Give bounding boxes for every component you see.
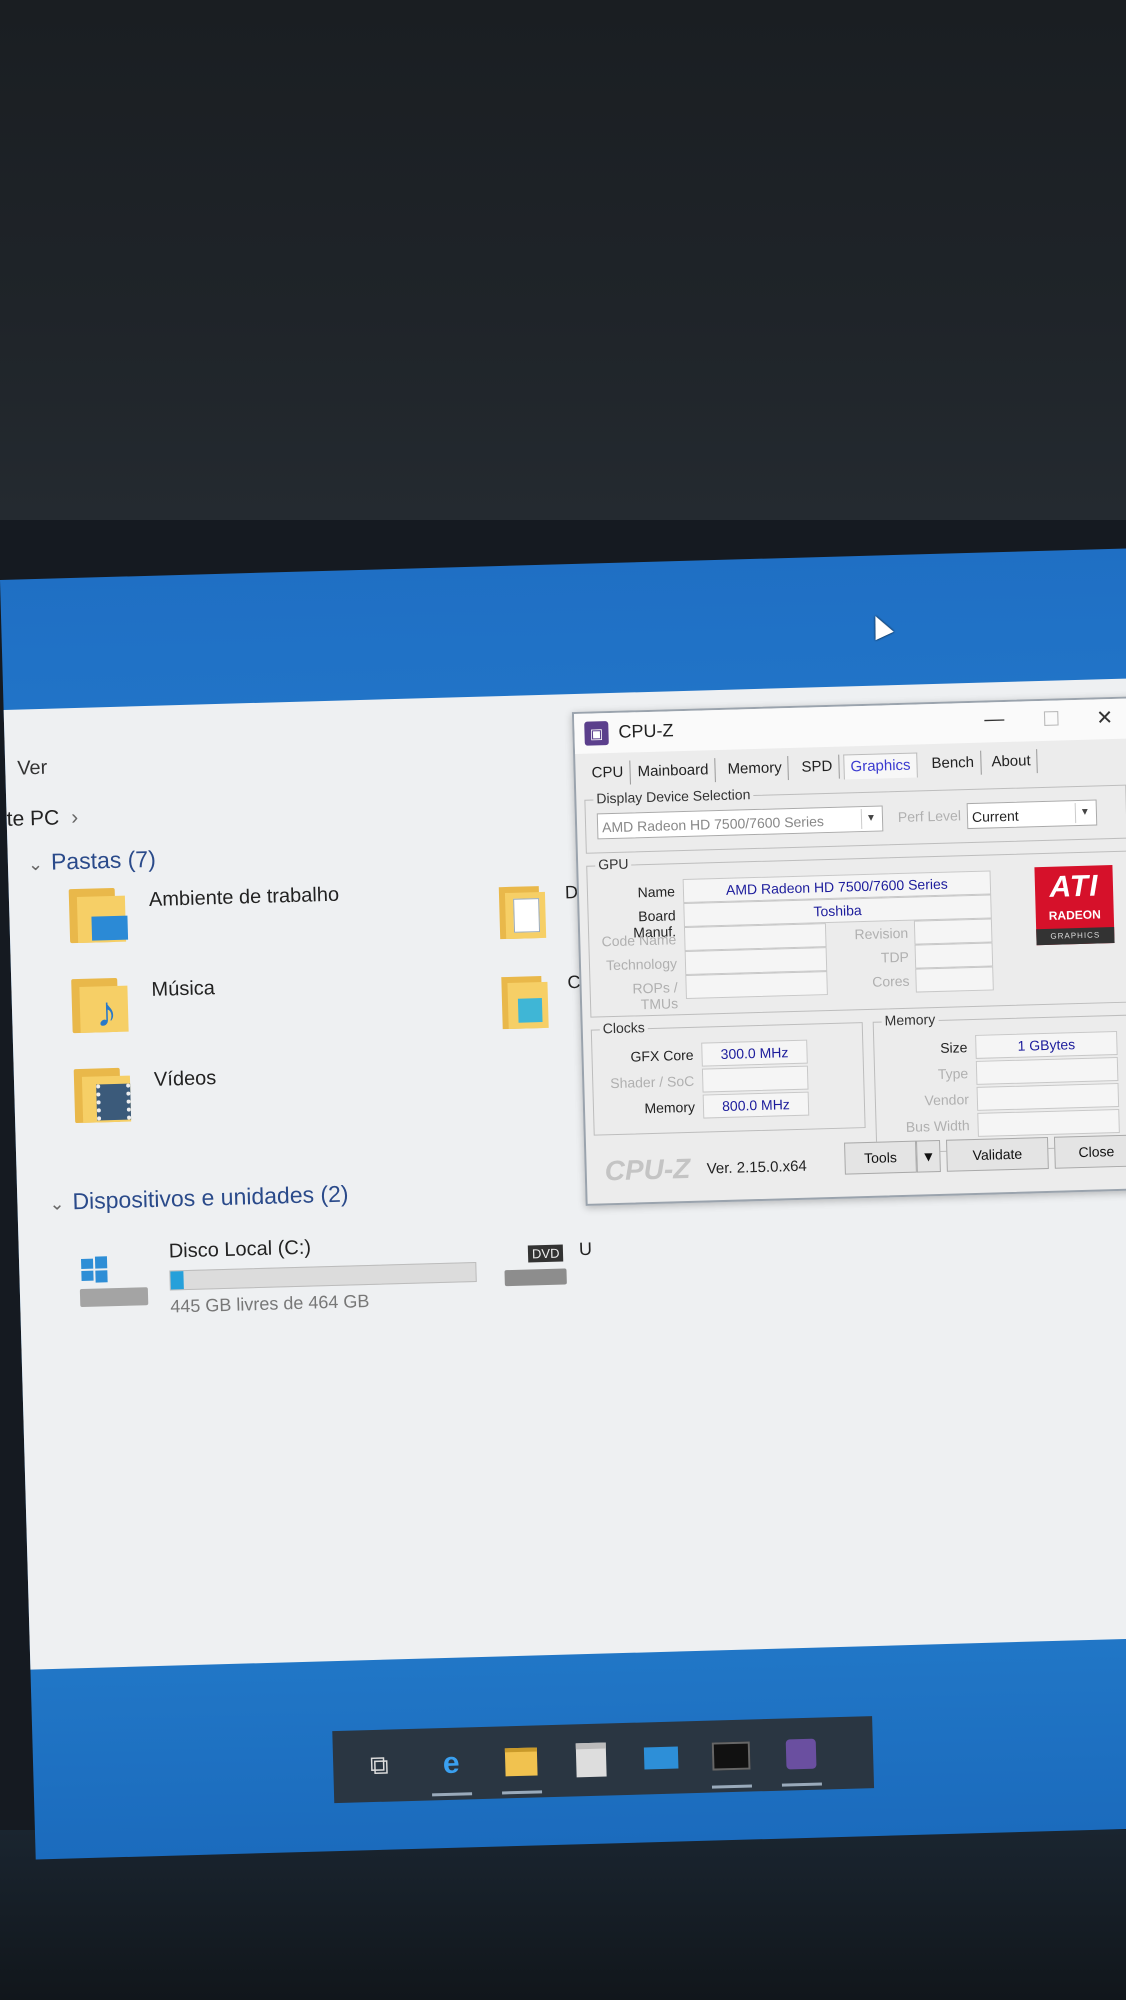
clock-memory-label: Memory [644, 1098, 696, 1117]
dvd-drive[interactable]: DVD [504, 1234, 576, 1296]
drive-label-truncated: U [578, 1238, 593, 1260]
chevron-down-icon[interactable]: ▼ [860, 808, 881, 830]
tab-mainboard[interactable]: Mainboard [631, 758, 716, 785]
close-icon[interactable]: ✕ [1096, 705, 1113, 730]
shader-soc-label: Shader / SoC [610, 1072, 695, 1092]
desktop-screen: Ver te PC › ⌄ Pastas (7) Ambiente de traba… [0, 548, 1126, 1860]
rops-tmus-label: ROPs / TMUs [632, 979, 679, 1013]
tools-button[interactable]: Tools [844, 1140, 917, 1175]
mem-type-value [975, 1056, 1119, 1085]
disk-free-space: 445 GB livres de 464 GB [170, 1290, 370, 1317]
mem-size-value: 1 GBytes [975, 1030, 1118, 1059]
memory-group-title: Memory [881, 1010, 939, 1029]
shader-soc-value [701, 1065, 809, 1093]
tab-about[interactable]: About [985, 749, 1038, 775]
folder-videos[interactable]: Vídeos [73, 1053, 436, 1143]
mem-vendor-label: Vendor [924, 1091, 970, 1109]
devices-group-header[interactable]: ⌄ Dispositivos e unidades (2) [49, 1181, 349, 1216]
rops-tmus-value [685, 971, 828, 1000]
file-explorer-window: Ver te PC › ⌄ Pastas (7) Ambiente de traba… [3, 678, 1126, 1670]
cpuz-tabs: CPU Mainboard Memory SPD Graphics Bench … [585, 749, 1038, 788]
close-button[interactable]: Close [1053, 1134, 1126, 1169]
tab-memory[interactable]: Memory [721, 756, 790, 782]
cpuz-window-title: CPU-Z [618, 720, 674, 742]
cpuz-version: Ver. 2.15.0.x64 [706, 1157, 807, 1178]
clocks-group-title: Clocks [599, 1019, 648, 1037]
tab-graphics[interactable]: Graphics [843, 752, 918, 780]
tdp-label: TDP [880, 948, 910, 966]
disk-usage-bar [169, 1261, 477, 1291]
mail-icon[interactable] [639, 1735, 684, 1780]
gpu-group-title: GPU [594, 855, 632, 873]
cores-value [915, 966, 994, 993]
menu-ver[interactable]: Ver [17, 757, 48, 781]
tools-dropdown-icon[interactable]: ▼ [916, 1139, 941, 1173]
gfx-core-value: 300.0 MHz [701, 1039, 808, 1067]
revision-label: Revision [854, 924, 909, 943]
chevron-right-icon[interactable]: › [71, 806, 79, 829]
mem-type-label: Type [937, 1065, 969, 1083]
cpuz-icon[interactable] [778, 1731, 823, 1776]
chevron-down-icon[interactable]: ⌄ [28, 854, 44, 874]
task-view-icon[interactable]: ⧉ [357, 1743, 402, 1788]
technology-label: Technology [605, 955, 678, 974]
breadcrumb-this-pc[interactable]: te PC [6, 806, 59, 830]
local-disk-c[interactable]: Disco Local (C:) 445 GB livres de 464 GB [79, 1230, 541, 1323]
minimize-icon[interactable]: — [984, 708, 1005, 732]
mem-size-label: Size [939, 1039, 968, 1056]
tab-cpu[interactable]: CPU [585, 760, 631, 786]
file-explorer-icon[interactable] [499, 1739, 544, 1784]
dvd-drive-body [504, 1268, 567, 1287]
edge-icon[interactable]: e [429, 1741, 474, 1786]
ati-radeon-logo: ATI RADEON GRAPHICS [1034, 865, 1115, 946]
revision-value [913, 918, 993, 945]
disk-usage-fill [170, 1271, 184, 1290]
objects-3d-folder-icon[interactable] [501, 970, 551, 1031]
taskbar: ⧉ e [332, 1716, 875, 1804]
validate-button[interactable]: Validate [945, 1136, 1049, 1172]
cpuz-app-icon: ▣ [584, 721, 609, 746]
mem-vendor-value [976, 1082, 1120, 1111]
cpuz-window: ▣ CPU-Z — ☐ ✕ CPU Mainboard Memory SPD G… [571, 696, 1126, 1206]
folder-label: Ambiente de trabalho [148, 883, 340, 911]
folder-music[interactable]: ♪ Música [71, 963, 433, 1053]
videos-folder-icon [73, 1062, 134, 1124]
cores-label: Cores [871, 972, 910, 990]
perf-level-select[interactable]: Current ▼ [966, 799, 1098, 830]
maximize-icon[interactable]: ☐ [1042, 706, 1061, 731]
tdp-value [914, 942, 994, 969]
address-breadcrumb[interactable]: te PC › [6, 806, 78, 832]
documents-folder-icon[interactable] [498, 880, 549, 941]
display-device-group-title: Display Device Selection [593, 786, 754, 807]
chevron-down-icon[interactable]: ⌄ [49, 1193, 65, 1213]
folders-group-header[interactable]: ⌄ Pastas (7) [28, 846, 157, 877]
perf-level-label: Perf Level [897, 807, 962, 826]
disk-name: Disco Local (C:) [168, 1236, 312, 1263]
folder-label: Vídeos [153, 1067, 217, 1091]
graphics-tab-panel: Display Device Selection AMD Radeon HD 7… [584, 777, 1126, 1154]
cpuz-footer: CPU-Z Ver. 2.15.0.x64 Tools ▼ Validate C… [594, 1127, 1126, 1192]
tab-spd[interactable]: SPD [795, 754, 840, 780]
chevron-down-icon[interactable]: ▼ [1074, 802, 1095, 824]
terminal-icon[interactable] [709, 1733, 754, 1778]
music-folder-icon: ♪ [71, 972, 131, 1035]
cpuz-titlebar[interactable]: ▣ CPU-Z — ☐ ✕ [573, 698, 1126, 755]
clock-memory-value: 800.0 MHz [702, 1091, 810, 1119]
gpu-name-label: Name [637, 883, 676, 901]
store-icon[interactable] [569, 1737, 614, 1782]
code-name-label: Code Name [601, 931, 677, 950]
folder-desktop[interactable]: Ambiente de trabalho [68, 873, 430, 963]
tab-bench[interactable]: Bench [925, 750, 982, 777]
gfx-core-label: GFX Core [630, 1046, 694, 1065]
folder-label: Música [151, 977, 216, 1001]
dvd-icon: DVD [527, 1244, 564, 1263]
cpuz-footer-brand: CPU-Z [604, 1152, 691, 1187]
desktop-folder-icon [68, 882, 129, 944]
windows-drive-icon [79, 1251, 151, 1313]
monitor-bezel-top [0, 0, 1126, 520]
